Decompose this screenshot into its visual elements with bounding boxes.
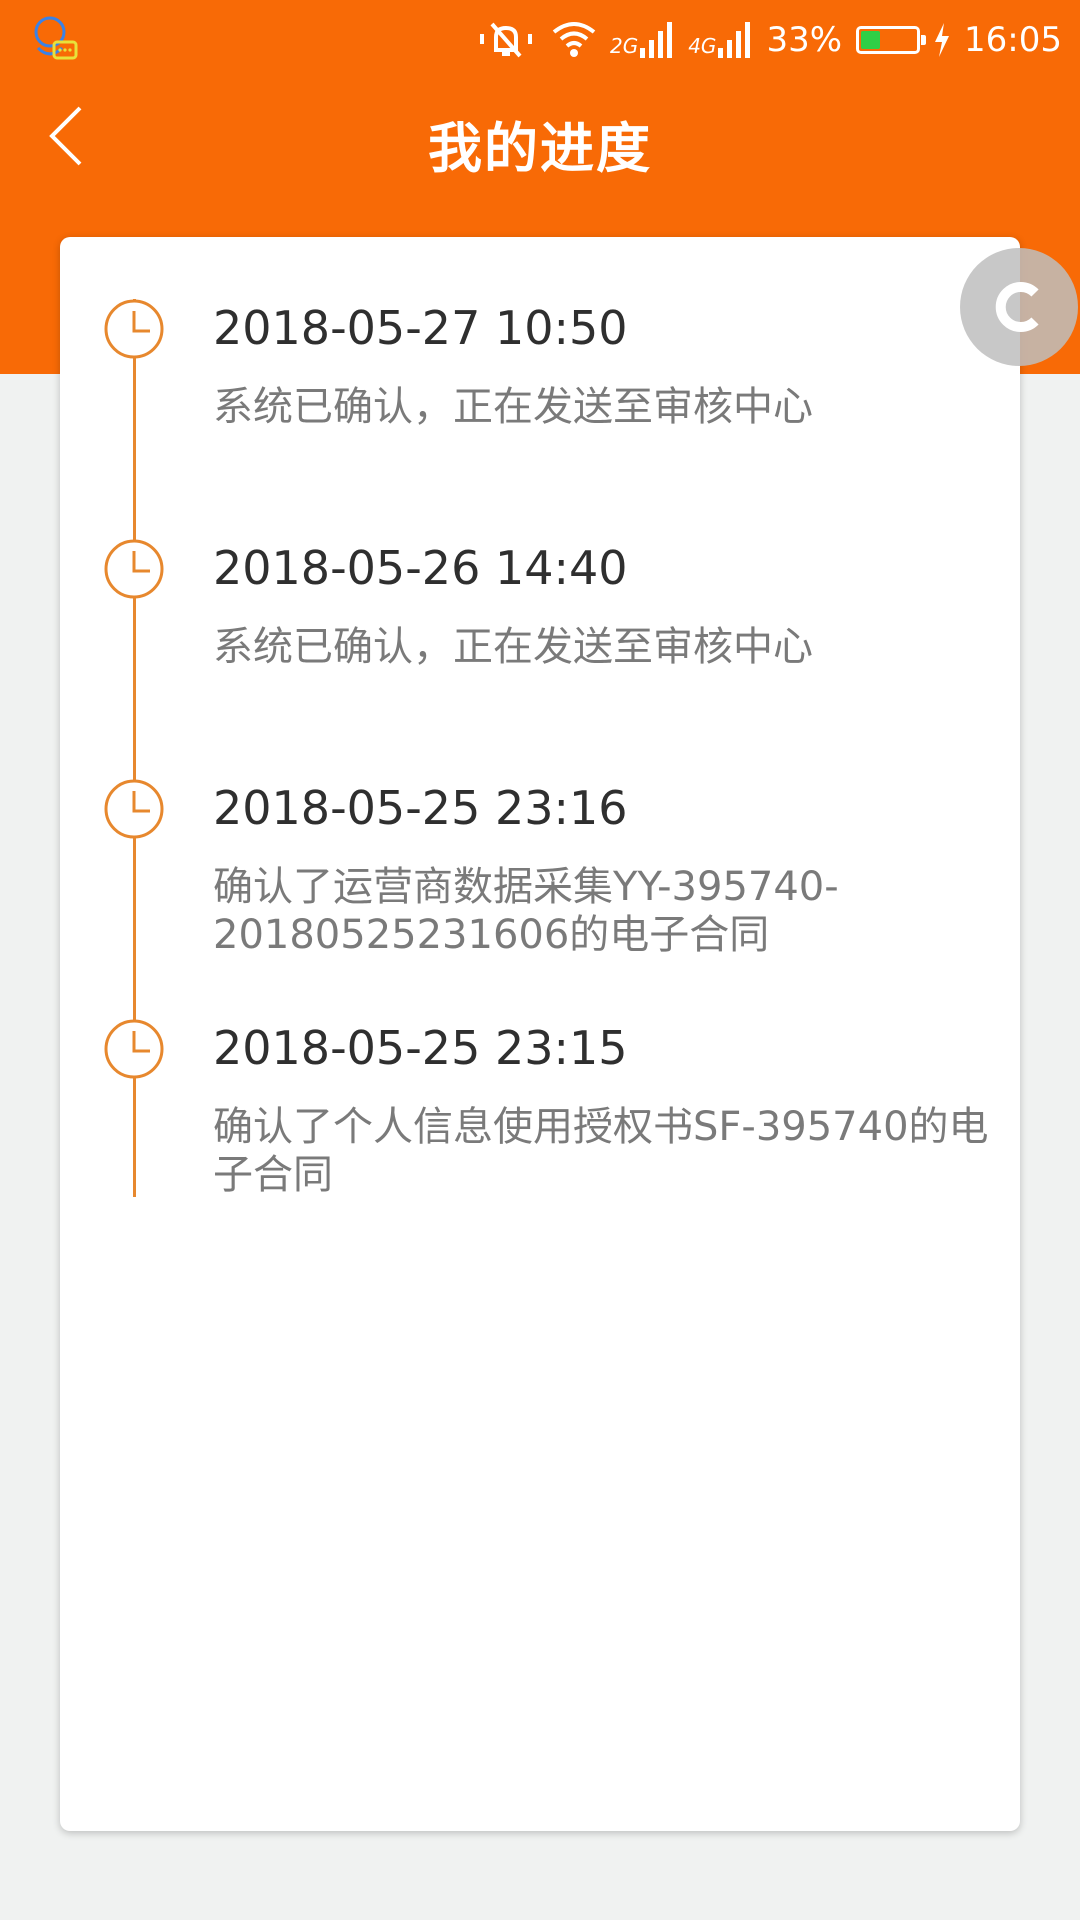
battery-percent: 33% bbox=[766, 20, 843, 60]
progress-card: 2018-05-27 10:50 系统已确认，正在发送至审核中心 2018-05… bbox=[60, 237, 1020, 1831]
wifi-icon bbox=[552, 22, 596, 57]
title-bar: 我的进度 bbox=[0, 80, 1080, 192]
assistant-icon bbox=[34, 16, 78, 60]
clock-icon bbox=[104, 299, 164, 359]
clock-icon bbox=[104, 779, 164, 839]
floating-refresh-button[interactable] bbox=[960, 248, 1078, 366]
mute-icon bbox=[479, 22, 532, 58]
entry-time: 2018-05-25 23:16 bbox=[213, 781, 628, 835]
battery-icon bbox=[856, 26, 927, 54]
entry-description: 系统已确认，正在发送至审核中心 bbox=[213, 624, 813, 670]
page-title: 我的进度 bbox=[428, 117, 652, 180]
clock-icon bbox=[104, 1019, 164, 1079]
entry-description: 确认了个人信息使用授权书SF-395740的电子合同 bbox=[213, 1104, 989, 1198]
entry-time: 2018-05-25 23:15 bbox=[213, 1021, 628, 1075]
clock-icon bbox=[104, 539, 164, 599]
charging-icon bbox=[935, 23, 950, 57]
entry-description: 确认了运营商数据采集YY-395740-20180525231606的电子合同 bbox=[213, 864, 839, 958]
signal-icon-2: 4G bbox=[688, 22, 752, 58]
network-2-label: 4G bbox=[688, 34, 717, 58]
status-icons: 2G 4G 33% 16:05 bbox=[474, 16, 1062, 64]
entry-time: 2018-05-27 10:50 bbox=[213, 301, 628, 355]
status-time: 16:05 bbox=[964, 20, 1062, 60]
entry-description: 系统已确认，正在发送至审核中心 bbox=[213, 384, 813, 430]
entry-time: 2018-05-26 14:40 bbox=[213, 541, 628, 595]
signal-icon-1: 2G bbox=[610, 22, 674, 58]
status-bar: 2G 4G 33% 16:05 bbox=[0, 0, 1080, 80]
screen: 2G 4G 33% 16:05 我的进度 2018-05-27 10:50 系统… bbox=[0, 0, 1080, 1920]
refresh-icon bbox=[995, 282, 1039, 332]
network-1-label: 2G bbox=[609, 34, 639, 58]
battery-level bbox=[861, 31, 881, 49]
